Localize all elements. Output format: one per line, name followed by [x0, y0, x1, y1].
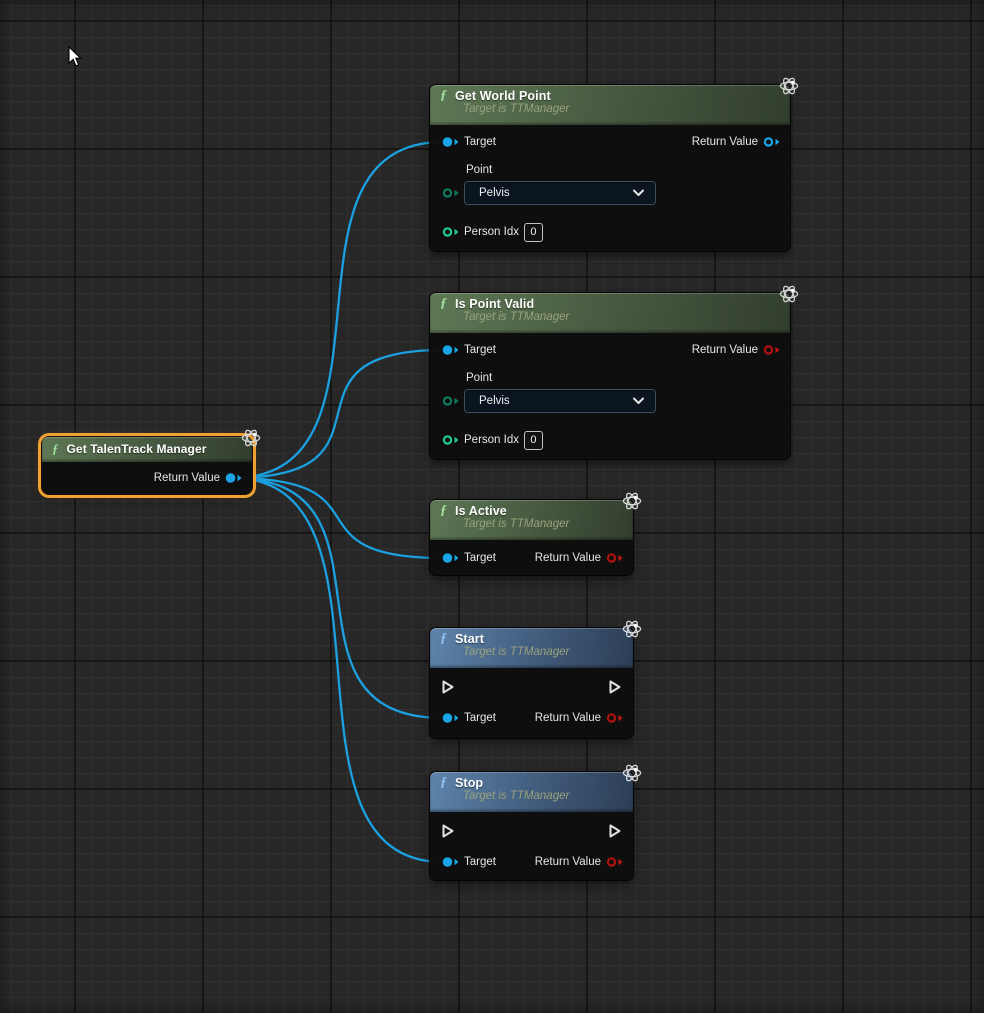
return-value-label: Return Value	[535, 552, 601, 564]
node-header[interactable]: ƒ Is Active Target is TTManager	[430, 500, 633, 540]
orbit-icon	[778, 283, 800, 305]
return-value-pin[interactable]	[606, 552, 623, 564]
person-idx-label: Person Idx	[464, 434, 519, 446]
target-pin-label: Target	[464, 552, 496, 564]
blueprint-graph-canvas[interactable]: ƒ Get World Point Target is TTManager Ta…	[0, 0, 984, 1013]
orbit-icon	[621, 490, 643, 512]
node-subtitle: Target is TTManager	[463, 790, 623, 802]
exec-out-pin[interactable]	[608, 824, 622, 838]
person-idx-pin[interactable]	[442, 434, 459, 446]
node-subtitle: Target is TTManager	[463, 518, 623, 530]
exec-out-pin[interactable]	[608, 680, 622, 694]
target-pin[interactable]	[442, 712, 459, 724]
target-pin-label: Target	[464, 856, 496, 868]
function-icon: ƒ	[440, 297, 447, 311]
node-title: Get World Point	[455, 89, 551, 103]
node-subtitle: Target is TTManager	[463, 646, 623, 658]
node-title: Is Active	[455, 504, 507, 518]
wire-manager-to-getworldpoint[interactable]	[232, 142, 443, 478]
point-dropdown[interactable]: Pelvis	[464, 389, 656, 413]
node-is-point-valid[interactable]: ƒ Is Point Valid Target is TTManager Tar…	[430, 293, 790, 459]
return-value-pin[interactable]	[606, 712, 623, 724]
node-title: Is Point Valid	[455, 297, 534, 311]
target-pin[interactable]	[442, 552, 459, 564]
orbit-icon	[778, 75, 800, 97]
orbit-icon	[240, 427, 262, 449]
node-is-active[interactable]: ƒ Is Active Target is TTManager Target R…	[430, 500, 633, 575]
wire-manager-to-isactive[interactable]	[232, 478, 443, 558]
exec-in-pin[interactable]	[441, 680, 455, 694]
node-title: Stop	[455, 776, 483, 790]
target-pin[interactable]	[442, 856, 459, 868]
wire-manager-to-ispointvalid[interactable]	[232, 350, 443, 478]
function-icon: ƒ	[440, 504, 447, 518]
target-pin-label: Target	[464, 344, 496, 356]
target-pin-label: Target	[464, 712, 496, 724]
function-icon: ƒ	[440, 632, 447, 646]
person-idx-pin[interactable]	[442, 226, 459, 238]
chevron-down-icon	[633, 397, 644, 405]
function-icon: ƒ	[440, 776, 447, 790]
chevron-down-icon	[633, 189, 644, 197]
node-header[interactable]: ƒ Start Target is TTManager	[430, 628, 633, 668]
target-pin[interactable]	[442, 344, 459, 356]
node-subtitle: Target is TTManager	[463, 311, 780, 323]
point-pin[interactable]	[442, 187, 459, 199]
exec-in-pin[interactable]	[441, 824, 455, 838]
function-icon: ƒ	[52, 442, 59, 456]
node-stop[interactable]: ƒ Stop Target is TTManager Target Return…	[430, 772, 633, 880]
person-idx-input[interactable]: 0	[524, 223, 543, 242]
function-icon: ƒ	[440, 89, 447, 103]
node-header[interactable]: ƒ Is Point Valid Target is TTManager	[430, 293, 790, 333]
orbit-icon	[621, 618, 643, 640]
point-dropdown-value: Pelvis	[479, 395, 510, 407]
return-value-pin[interactable]	[606, 856, 623, 868]
node-subtitle: Target is TTManager	[463, 103, 780, 115]
mouse-cursor-icon	[68, 46, 84, 68]
orbit-icon	[621, 762, 643, 784]
node-header[interactable]: ƒ Get World Point Target is TTManager	[430, 85, 790, 125]
return-value-label: Return Value	[692, 136, 758, 148]
return-value-pin[interactable]	[225, 472, 242, 484]
target-pin[interactable]	[442, 136, 459, 148]
node-header[interactable]: ƒ Get TalenTrack Manager	[42, 437, 252, 462]
point-pin[interactable]	[442, 395, 459, 407]
node-start[interactable]: ƒ Start Target is TTManager Target Retur…	[430, 628, 633, 738]
point-pin-label: Point	[466, 164, 492, 176]
wire-manager-to-stop[interactable]	[232, 478, 443, 862]
node-title: Start	[455, 632, 484, 646]
target-pin-label: Target	[464, 136, 496, 148]
wire-manager-to-start[interactable]	[232, 478, 443, 718]
node-title: Get TalenTrack Manager	[67, 442, 207, 456]
point-dropdown[interactable]: Pelvis	[464, 181, 656, 205]
return-value-pin[interactable]	[763, 344, 780, 356]
return-value-label: Return Value	[535, 856, 601, 868]
return-value-label: Return Value	[154, 472, 220, 484]
node-header[interactable]: ƒ Stop Target is TTManager	[430, 772, 633, 812]
point-dropdown-value: Pelvis	[479, 187, 510, 199]
person-idx-input[interactable]: 0	[524, 431, 543, 450]
return-value-label: Return Value	[535, 712, 601, 724]
person-idx-label: Person Idx	[464, 226, 519, 238]
point-pin-label: Point	[466, 372, 492, 384]
node-get-world-point[interactable]: ƒ Get World Point Target is TTManager Ta…	[430, 85, 790, 251]
return-value-pin[interactable]	[763, 136, 780, 148]
node-get-talentrack-manager[interactable]: ƒ Get TalenTrack Manager Return Value	[42, 437, 252, 494]
return-value-label: Return Value	[692, 344, 758, 356]
